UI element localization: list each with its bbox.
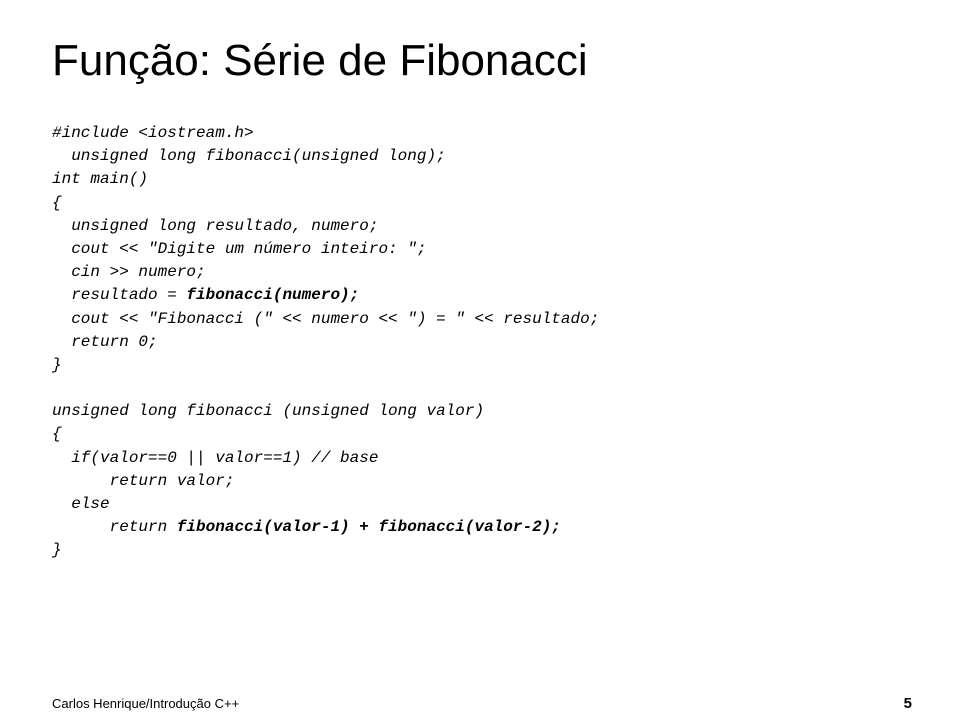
code-block: #include <iostream.h> unsigned long fibo… (52, 122, 912, 563)
code-line: } (52, 356, 62, 374)
code-bold: fibonacci(valor-1) + fibonacci(valor-2); (177, 518, 561, 536)
code-line: unsigned long resultado, numero; (52, 217, 378, 235)
code-line: #include <iostream.h> (52, 124, 254, 142)
code-line: { (52, 425, 62, 443)
code-line: unsigned long fibonacci (unsigned long v… (52, 402, 484, 420)
code-line: return 0; (52, 333, 158, 351)
code-line: int main() (52, 170, 148, 188)
footer: Carlos Henrique/Introdução C++ 5 (52, 695, 912, 712)
code-line: resultado = (52, 286, 186, 304)
code-line: return valor; (52, 472, 234, 490)
code-line: cin >> numero; (52, 263, 206, 281)
code-line: unsigned long fibonacci(unsigned long); (52, 147, 446, 165)
code-line: cout << "Digite um número inteiro: "; (52, 240, 426, 258)
code-bold: fibonacci(numero); (186, 286, 359, 304)
code-line: } (52, 541, 62, 559)
code-line: return (52, 518, 177, 536)
code-line: { (52, 194, 62, 212)
page-number: 5 (904, 695, 912, 712)
code-line: if(valor==0 || valor==1) // base (52, 449, 378, 467)
slide-title: Função: Série de Fibonacci (52, 36, 912, 86)
code-line: else (52, 495, 110, 513)
code-line: cout << "Fibonacci (" << numero << ") = … (52, 310, 599, 328)
footer-author: Carlos Henrique/Introdução C++ (52, 696, 239, 711)
